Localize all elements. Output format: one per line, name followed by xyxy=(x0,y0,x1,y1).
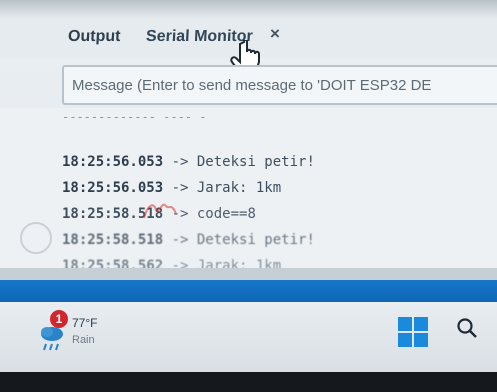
message-input[interactable]: Message (Enter to send message to 'DOIT … xyxy=(62,65,497,105)
log-separator: ------------- ---- - xyxy=(62,110,207,124)
serial-output-area[interactable]: ------------- ---- - 18:25:56.053 -> Det… xyxy=(0,108,497,274)
red-scribble-mark xyxy=(143,203,177,219)
ide-bottom-edge xyxy=(0,268,497,280)
weather-temperature[interactable]: 77°F xyxy=(72,316,97,330)
log-timestamp: 18:25:56.053 xyxy=(62,180,164,196)
log-timestamp: 18:25:56.053 xyxy=(62,154,164,170)
account-icon[interactable] xyxy=(20,222,52,254)
windows-taskbar: 1 77°F Rain xyxy=(0,302,497,372)
notification-badge: 1 xyxy=(50,310,68,328)
panel-tab-bar: Output Serial Monitor × xyxy=(0,18,497,75)
log-line: 18:25:58.518 -> Deteksi petir! xyxy=(62,232,315,248)
windows-start-icon[interactable] xyxy=(398,317,428,347)
close-icon[interactable]: × xyxy=(270,24,280,44)
log-line: 18:25:56.053 -> Jarak: 1km xyxy=(62,180,281,196)
log-line: 18:25:56.053 -> Deteksi petir! xyxy=(62,154,315,170)
window-top-strip xyxy=(0,0,497,18)
monitor-bezel xyxy=(0,372,497,392)
log-message: -> Deteksi petir! xyxy=(163,154,315,170)
log-timestamp: 18:25:58.518 xyxy=(62,232,164,248)
tab-output[interactable]: Output xyxy=(68,28,121,46)
message-input-placeholder: Message (Enter to send message to 'DOIT … xyxy=(72,77,432,94)
log-message: -> Deteksi petir! xyxy=(163,232,315,248)
weather-condition[interactable]: Rain xyxy=(72,334,95,346)
status-bar xyxy=(0,280,497,302)
search-icon[interactable] xyxy=(456,317,478,339)
log-message: -> Jarak: 1km xyxy=(163,180,282,196)
arduino-ide-window: Output Serial Monitor × Message (Enter t… xyxy=(0,0,497,392)
